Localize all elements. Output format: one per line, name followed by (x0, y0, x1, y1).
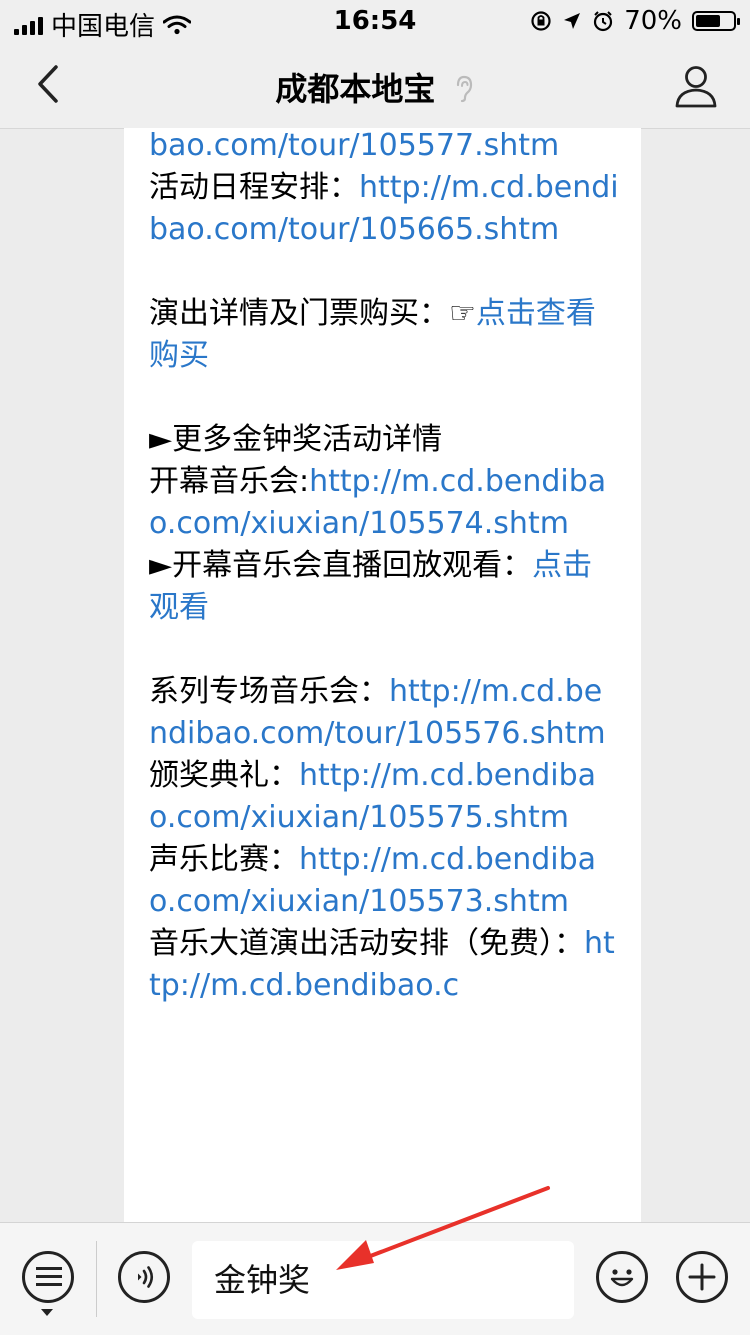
alarm-icon (594, 11, 613, 32)
article-line: ►更多金钟奖活动详情 (149, 419, 619, 461)
article-line: 活动日程安排：http://m.cd.bendibao.com/tour/105… (149, 167, 619, 251)
status-bar: 中国电信 16:54 70% (0, 0, 750, 42)
emoji-icon (610, 1269, 634, 1287)
page-title: 成都本地宝 (0, 64, 750, 110)
article-line: 声乐比赛：http://m.cd.bendibao.com/xiuxian/10… (149, 839, 619, 923)
profile-button[interactable] (672, 62, 720, 110)
article-line: ►开幕音乐会直播回放观看：点击观看 (149, 545, 619, 629)
battery-fill (696, 15, 720, 27)
line-label: ►更多金钟奖活动详情 (149, 422, 443, 457)
voice-button[interactable] (118, 1251, 170, 1303)
line-label: 声乐比赛： (149, 842, 299, 877)
page-title-text: 成都本地宝 (275, 70, 436, 108)
article-link[interactable]: bao.com/tour/105577.shtm (149, 128, 559, 163)
orientation-lock-icon (531, 11, 551, 31)
status-right: 70% (530, 6, 740, 36)
article-line: bao.com/tour/105577.shtm (149, 128, 619, 167)
line-label: 开幕音乐会: (149, 464, 310, 499)
article-line: 音乐大道演出活动安排（免费）：http://m.cd.bendibao.c (149, 923, 619, 1007)
article-line: 开幕音乐会:http://m.cd.bendibao.com/xiuxian/1… (149, 461, 619, 545)
line-label: 系列专场音乐会： (149, 674, 389, 709)
article-text: bao.com/tour/105577.shtm 活动日程安排：http://m.… (149, 128, 619, 1007)
battery-percent: 70% (624, 6, 682, 36)
menu-caret-icon (41, 1309, 53, 1316)
nav-bar: 成都本地宝 (0, 40, 750, 129)
ear-icon (456, 75, 472, 103)
person-icon (675, 66, 717, 108)
location-arrow-icon (564, 13, 581, 29)
line-label: 演出详情及门票购买：☞ (149, 296, 476, 331)
menu-list-icon (36, 1267, 62, 1291)
battery-icon (692, 11, 740, 31)
article-line: 颁奖典礼：http://m.cd.bendibao.com/xiuxian/10… (149, 755, 619, 839)
menu-button[interactable] (22, 1251, 74, 1303)
line-label: ►开幕音乐会直播回放观看： (149, 548, 533, 583)
line-label: 颁奖典礼： (149, 758, 299, 793)
article-content: bao.com/tour/105577.shtm 活动日程安排：http://m.… (124, 128, 641, 1222)
article-line: 演出详情及门票购买：☞点击查看购买 (149, 293, 619, 377)
plus-icon (688, 1263, 716, 1291)
voice-icon (138, 1266, 154, 1288)
article-line: 系列专场音乐会：http://m.cd.bendibao.com/tour/10… (149, 671, 619, 755)
message-input[interactable]: 金钟奖 (192, 1241, 574, 1319)
line-label: 音乐大道演出活动安排（免费）： (149, 926, 584, 961)
bottom-input-bar: 金钟奖 (0, 1222, 750, 1335)
divider (96, 1241, 97, 1317)
plus-button[interactable] (676, 1251, 728, 1303)
line-label: 活动日程安排： (149, 170, 359, 205)
emoji-button[interactable] (596, 1251, 648, 1303)
